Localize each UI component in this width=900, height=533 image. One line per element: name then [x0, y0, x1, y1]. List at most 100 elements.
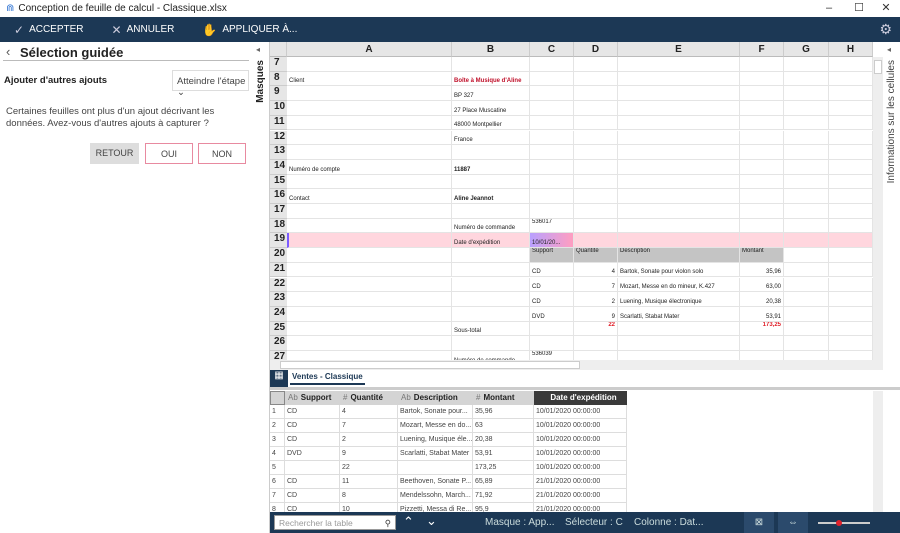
cell-G21[interactable] [784, 262, 829, 278]
cell-G11[interactable] [784, 115, 829, 131]
cell-B7[interactable] [452, 57, 530, 72]
cell-C21[interactable]: CD [530, 262, 574, 278]
cell-A13[interactable] [287, 145, 452, 160]
cell-H8[interactable] [829, 71, 873, 87]
cell-A14[interactable]: Numéro de compte [287, 159, 452, 175]
zoom-slider[interactable] [818, 520, 870, 526]
cell-A17[interactable] [287, 204, 452, 219]
cell-B16[interactable]: Aline Jeannot [452, 189, 530, 204]
column-header-C[interactable]: C [530, 42, 574, 57]
table-cell[interactable]: 22 [340, 461, 398, 475]
cell-F19[interactable] [740, 233, 784, 249]
cell-D27[interactable] [574, 351, 618, 360]
cell-D12[interactable] [574, 130, 618, 146]
accept-button[interactable]: ✓ ACCEPTER [14, 23, 84, 37]
cell-F13[interactable] [740, 145, 784, 160]
row-header[interactable]: 8 [270, 71, 287, 87]
cell-G24[interactable] [784, 306, 829, 322]
cell-H15[interactable] [829, 174, 873, 190]
cell-info-strip[interactable]: ◂ Informations sur les cellules [883, 42, 900, 533]
cell-D19[interactable] [574, 233, 618, 249]
row-header[interactable]: 21 [270, 262, 287, 278]
cell-G15[interactable] [784, 174, 829, 190]
cell-G27[interactable] [784, 351, 829, 360]
cell-F17[interactable] [740, 204, 784, 219]
cell-G14[interactable] [784, 159, 829, 175]
table-cell[interactable]: 9 [340, 447, 398, 461]
cell-D23[interactable]: 2 [574, 292, 618, 307]
cell-E22[interactable]: Mozart, Messe en do mineur, K.427 [618, 277, 740, 293]
row-header[interactable]: 9 [270, 86, 287, 102]
back-button[interactable]: RETOUR [90, 143, 139, 164]
table-header-3[interactable]: # Montant [473, 391, 534, 405]
cell-G18[interactable] [784, 218, 829, 234]
column-header-A[interactable]: A [287, 42, 452, 57]
row-header[interactable]: 22 [270, 277, 287, 293]
cell-B27[interactable]: Numéro de commande [452, 351, 530, 360]
cell-C12[interactable] [530, 130, 574, 146]
table-cell[interactable]: 63 [473, 419, 534, 433]
row-header[interactable]: 13 [270, 145, 287, 160]
cell-C15[interactable] [530, 174, 574, 190]
cell-D15[interactable] [574, 174, 618, 190]
cell-F25[interactable]: 173,25 [740, 321, 784, 337]
cell-E21[interactable]: Bartok, Sonate pour violon solo [618, 262, 740, 278]
cell-G16[interactable] [784, 189, 829, 204]
cell-H12[interactable] [829, 130, 873, 146]
cell-E11[interactable] [618, 115, 740, 131]
cell-C8[interactable] [530, 71, 574, 87]
cell-A19[interactable] [287, 233, 452, 249]
table-cell[interactable]: Bartok, Sonate pour... [398, 405, 473, 419]
cell-C19[interactable]: 10/01/20... [530, 233, 574, 249]
cell-A25[interactable] [287, 321, 452, 337]
cell-D9[interactable] [574, 86, 618, 102]
cell-G10[interactable] [784, 101, 829, 116]
table-cell[interactable]: 20,38 [473, 433, 534, 447]
table-cell[interactable]: CD [285, 503, 340, 512]
row-header[interactable]: 15 [270, 174, 287, 190]
cell-F15[interactable] [740, 174, 784, 190]
cell-C24[interactable]: DVD [530, 306, 574, 322]
cell-B13[interactable] [452, 145, 530, 160]
table-filter-icon[interactable]: ▦ [270, 370, 288, 387]
cell-B12[interactable]: France [452, 130, 530, 146]
cell-D14[interactable] [574, 159, 618, 175]
close-button[interactable]: ✕ [872, 0, 900, 17]
gear-icon[interactable]: ⚙ [879, 21, 892, 38]
cell-C11[interactable] [530, 115, 574, 131]
cell-A15[interactable] [287, 174, 452, 190]
cell-F12[interactable] [740, 130, 784, 146]
cell-A24[interactable] [287, 306, 452, 322]
cell-A27[interactable] [287, 351, 452, 360]
cell-C13[interactable] [530, 145, 574, 160]
cell-A18[interactable] [287, 218, 452, 234]
cell-A10[interactable] [287, 101, 452, 116]
cell-D25[interactable]: 22 [574, 321, 618, 337]
cell-B26[interactable] [452, 336, 530, 351]
cell-F21[interactable]: 35,96 [740, 262, 784, 278]
cell-F18[interactable] [740, 218, 784, 234]
table-cell[interactable]: 7 [340, 419, 398, 433]
row-header[interactable]: 23 [270, 292, 287, 307]
masks-strip[interactable]: ◂ Masques [253, 42, 270, 533]
cell-G9[interactable] [784, 86, 829, 102]
cell-A8[interactable]: Client [287, 71, 452, 87]
table-cell[interactable]: 10/01/2020 00:00:00 [534, 433, 627, 447]
cell-B14[interactable]: 11887 [452, 159, 530, 175]
cell-B19[interactable]: Date d'expédition [452, 233, 530, 249]
table-cell[interactable]: CD [285, 405, 340, 419]
cell-E12[interactable] [618, 130, 740, 146]
cell-A23[interactable] [287, 292, 452, 307]
cell-H20[interactable] [829, 248, 873, 263]
table-cell[interactable]: CD [285, 489, 340, 503]
cell-H16[interactable] [829, 189, 873, 204]
collapse-icon[interactable]: ◂ [256, 45, 260, 54]
cell-F20[interactable]: Montant [740, 248, 784, 263]
cell-E25[interactable] [618, 321, 740, 337]
table-cell[interactable]: 10/01/2020 00:00:00 [534, 419, 627, 433]
cell-D21[interactable]: 4 [574, 262, 618, 278]
row-header[interactable]: 12 [270, 130, 287, 146]
expand-icon[interactable]: ◂ [887, 45, 891, 54]
fit-width-icon[interactable]: ⇔ [778, 512, 808, 533]
cell-B9[interactable]: BP 327 [452, 86, 530, 102]
